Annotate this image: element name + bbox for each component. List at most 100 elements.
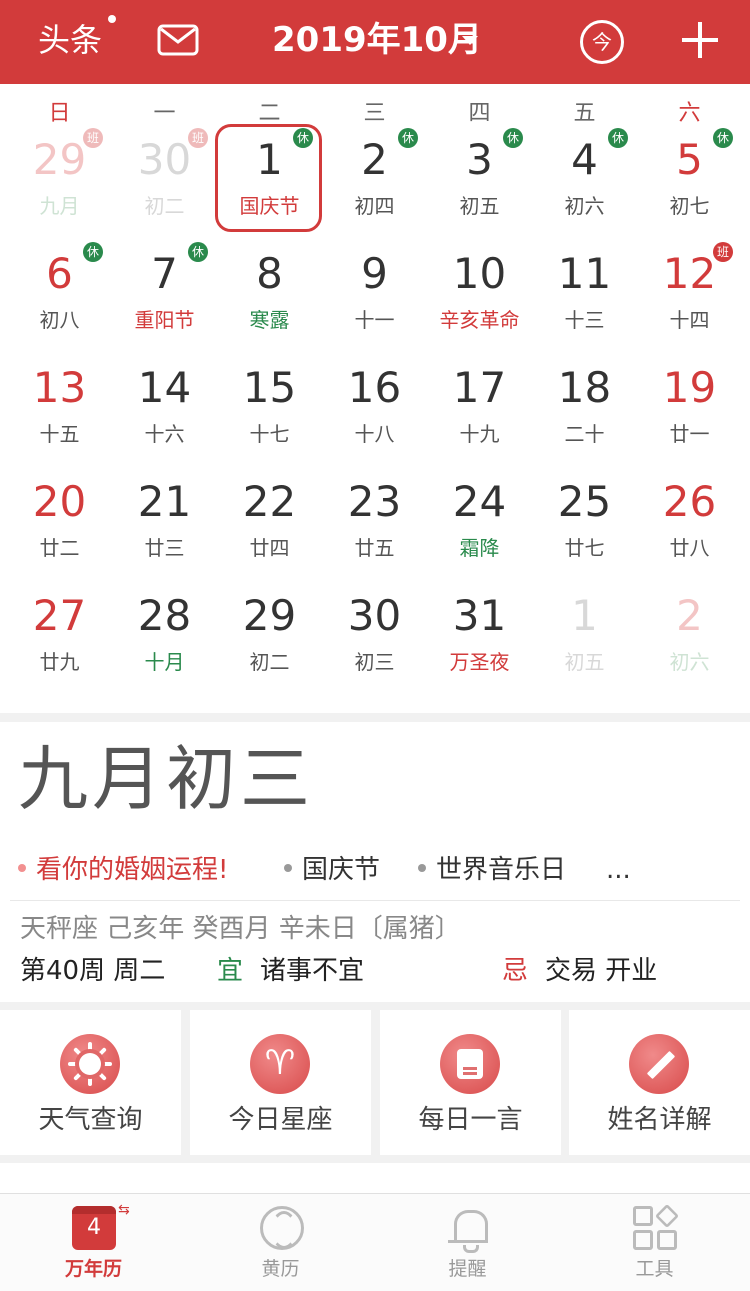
week-number: 第40周 周二 <box>20 956 166 986</box>
tab-label: 工具 <box>635 1258 674 1280</box>
name-analysis-button[interactable]: 姓名详解 <box>569 1010 750 1155</box>
ganzhi-line: 天秤座 己亥年 癸酉月 辛未日〔属猪〕 <box>20 914 461 944</box>
next-card-peek <box>0 1163 750 1193</box>
workday-badge: 班 <box>83 128 103 148</box>
avoid-label: 忌 <box>502 956 529 986</box>
day-cell[interactable]: 14 十六 <box>112 362 217 472</box>
day-number: 26 <box>662 477 717 526</box>
day-cell[interactable]: 5 初七休 <box>637 128 742 244</box>
horoscope-button[interactable]: ♈ 今日星座 <box>190 1010 371 1155</box>
day-cell[interactable]: 25 廿七 <box>532 476 637 586</box>
lunar-label: 十四 <box>669 308 710 332</box>
day-cell[interactable]: 19 廿一 <box>637 362 742 472</box>
day-cell[interactable]: 18 二十 <box>532 362 637 472</box>
day-cell[interactable]: 12 十四班 <box>637 242 742 358</box>
day-number: 8 <box>256 249 283 298</box>
day-cell[interactable]: 30 初三 <box>322 590 427 700</box>
suitable-label: 宜 <box>217 956 244 986</box>
day-number: 24 <box>452 477 507 526</box>
add-icon[interactable] <box>682 22 718 58</box>
lunar-label: 初七 <box>669 194 710 218</box>
day-cell[interactable]: 15 十七 <box>217 362 322 472</box>
tag-label: 看你的婚姻运程! <box>36 855 229 885</box>
day-number: 25 <box>557 477 612 526</box>
day-cell[interactable]: 10 辛亥革命 <box>427 248 532 358</box>
day-cell[interactable]: 1 初五 <box>532 590 637 700</box>
bullet-icon <box>18 863 26 872</box>
day-cell[interactable]: 24 霜降 <box>427 476 532 586</box>
weather-button[interactable]: 天气查询 <box>0 1010 181 1155</box>
swap-icon: ⇆ <box>118 1202 130 1218</box>
day-number: 2 <box>676 591 703 640</box>
news-tab[interactable]: 头条 <box>38 20 102 60</box>
suitable-text: 诸事不宜 <box>260 956 365 986</box>
month-selector[interactable]: 2019年10月 <box>272 18 482 62</box>
day-cell[interactable]: 3 初五休 <box>427 128 532 244</box>
bell-icon <box>446 1206 490 1253</box>
workday-badge: 班 <box>188 128 208 148</box>
day-cell[interactable]: 21 廿三 <box>112 476 217 586</box>
tag-national-day[interactable]: 国庆节 <box>284 852 380 888</box>
daily-quote-button[interactable]: 每日一言 <box>380 1010 561 1155</box>
calendar-icon: 4 <box>72 1206 116 1250</box>
day-cell[interactable]: 6 初八休 <box>7 242 112 358</box>
day-cell[interactable]: 29 九月班 <box>7 128 112 244</box>
today-button[interactable]: 今 <box>580 20 624 64</box>
day-cell[interactable]: 22 廿四 <box>217 476 322 586</box>
day-cell[interactable]: 1 国庆节休 <box>215 124 322 244</box>
tag-label: 国庆节 <box>302 855 381 885</box>
day-cell[interactable]: 8 寒露 <box>217 248 322 358</box>
tag-music-day[interactable]: 世界音乐日 <box>418 852 566 888</box>
day-number: 30 <box>347 591 402 640</box>
day-cell[interactable]: 31 万圣夜 <box>427 590 532 700</box>
tool-label: 天气查询 <box>38 1105 143 1135</box>
holiday-badge: 休 <box>713 128 733 148</box>
day-cell[interactable]: 2 初四休 <box>322 128 427 244</box>
mail-icon[interactable] <box>157 24 199 56</box>
bullet-icon <box>284 863 292 872</box>
day-cell[interactable]: 2 初六 <box>637 590 742 700</box>
tab-calendar[interactable]: 4 ⇆ 万年历 <box>0 1194 187 1291</box>
day-cell[interactable]: 27 廿九 <box>7 590 112 700</box>
tab-tools[interactable]: 工具 <box>561 1194 748 1291</box>
lunar-label: 廿一 <box>669 422 710 446</box>
tab-almanac[interactable]: 黄历 <box>187 1194 374 1291</box>
weekday-mon: 一 <box>153 101 176 126</box>
lunar-label: 廿八 <box>669 536 710 560</box>
weekday-wed: 三 <box>363 101 386 126</box>
day-cell[interactable]: 30 初二班 <box>112 128 217 244</box>
day-cell[interactable]: 7 重阳节休 <box>112 242 217 358</box>
pencil-icon <box>629 1034 689 1094</box>
tab-reminders[interactable]: 提醒 <box>374 1194 561 1291</box>
sun-icon <box>60 1034 120 1094</box>
day-number: 18 <box>557 363 612 412</box>
day-cell[interactable]: 13 十五 <box>7 362 112 472</box>
chevron-down-icon[interactable] <box>462 36 478 45</box>
day-cell[interactable]: 9 十一 <box>322 248 427 358</box>
card-icon <box>440 1034 500 1094</box>
day-number: 27 <box>32 591 87 640</box>
tab-label: 黄历 <box>261 1258 300 1280</box>
day-number: 16 <box>347 363 402 412</box>
day-cell[interactable]: 11 十三 <box>532 248 637 358</box>
day-cell[interactable]: 26 廿八 <box>637 476 742 586</box>
day-cell[interactable]: 29 初二 <box>217 590 322 700</box>
lunar-date-title: 九月初三 <box>18 738 314 820</box>
day-number: 13 <box>32 363 87 412</box>
holiday-badge: 休 <box>608 128 628 148</box>
day-number: 11 <box>557 249 612 298</box>
day-cell[interactable]: 16 十八 <box>322 362 427 472</box>
news-unread-dot <box>108 15 116 23</box>
day-number: 15 <box>242 363 297 412</box>
tool-label: 今日星座 <box>228 1105 333 1135</box>
day-cell[interactable]: 23 廿五 <box>322 476 427 586</box>
divider <box>10 900 740 901</box>
marriage-fortune-link[interactable]: 看你的婚姻运程! <box>18 852 228 888</box>
day-cell[interactable]: 4 初六休 <box>532 128 637 244</box>
day-cell[interactable]: 17 十九 <box>427 362 532 472</box>
bottom-tab-bar: 4 ⇆ 万年历 黄历 提醒 工具 <box>0 1193 750 1291</box>
weekday-sun: 日 <box>48 101 71 126</box>
day-cell[interactable]: 20 廿二 <box>7 476 112 586</box>
more-tags-button[interactable]: ... <box>606 852 631 888</box>
day-cell[interactable]: 28 十月 <box>112 590 217 700</box>
